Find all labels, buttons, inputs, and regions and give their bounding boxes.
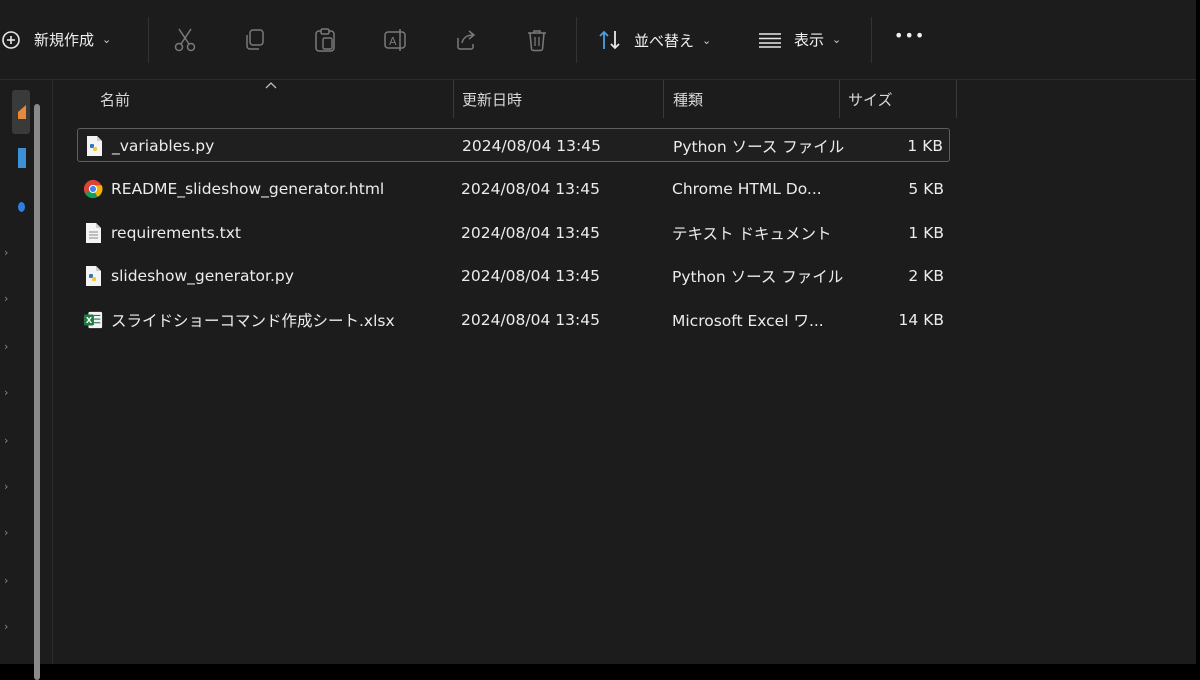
chevron-right-icon[interactable]: › [4,292,8,305]
onedrive-icon[interactable] [18,202,25,212]
file-modified: 2024/08/04 13:45 [462,137,601,155]
svg-text:A: A [389,35,397,48]
file-row[interactable]: README_slideshow_generator.html 2024/08/… [77,172,950,206]
chevron-right-icon[interactable]: › [4,340,8,353]
column-divider[interactable] [663,80,664,118]
column-header-modified[interactable]: 更新日時 [462,80,652,118]
column-header-size[interactable]: サイズ [848,80,948,118]
home-icon [18,105,26,119]
excel-icon: X [83,311,103,329]
python-file-icon [86,266,101,286]
scissors-icon [174,28,196,52]
file-modified: 2024/08/04 13:45 [461,224,600,242]
view-button[interactable]: 表示 ⌄ [758,29,841,50]
paste-button[interactable] [312,26,338,54]
chevron-right-icon[interactable]: › [4,574,8,587]
toolbar-divider [576,17,577,63]
file-name: スライドショーコマンド作成シート.xlsx [111,312,395,330]
navigation-pane[interactable]: › › › › › › › › › [0,80,53,680]
column-header-type-label: 種類 [673,90,704,109]
text-file-icon [86,223,101,243]
file-row[interactable]: slideshow_generator.py 2024/08/04 13:45 … [77,259,950,293]
chevron-right-icon[interactable]: › [4,386,8,399]
share-icon [457,30,476,50]
view-button-label: 表示 [794,31,825,49]
chevron-right-icon[interactable]: › [4,480,8,493]
column-header-name-label: 名前 [100,90,131,109]
file-type: テキスト ドキュメント [672,225,832,243]
delete-button[interactable] [524,26,550,54]
column-divider[interactable] [839,80,840,118]
file-size: 1 KB [908,224,944,242]
cut-button[interactable] [172,26,198,54]
file-name: requirements.txt [111,224,241,242]
file-size: 1 KB [907,137,943,155]
sort-button-label: 並べ替え [634,31,695,50]
toolbar-divider [148,17,149,63]
list-view-icon [759,32,781,48]
new-button-label: 新規作成 [34,31,95,49]
file-type: Chrome HTML Do... [672,180,822,198]
sort-ascending-icon [265,82,277,89]
chevron-right-icon[interactable]: › [4,246,8,259]
chevron-right-icon[interactable]: › [4,434,8,447]
share-button[interactable] [453,26,479,54]
file-type: Python ソース ファイル [673,138,845,156]
file-size: 2 KB [908,267,944,285]
toolbar-divider [871,17,872,63]
file-modified: 2024/08/04 13:45 [461,267,600,285]
file-name: _variables.py [112,137,215,155]
sort-button[interactable]: 並べ替え ⌄ [598,29,711,51]
chevron-down-icon: ⌄ [102,33,112,46]
chevron-right-icon[interactable]: › [4,526,8,539]
more-icon: ••• [894,26,926,45]
file-row[interactable]: _variables.py 2024/08/04 13:45 Python ソー… [77,128,950,162]
file-type: Python ソース ファイル [672,268,844,286]
file-modified: 2024/08/04 13:45 [461,311,600,329]
sort-arrows-icon [599,30,620,50]
chevron-down-icon: ⌄ [702,33,712,47]
column-divider[interactable] [453,80,454,118]
nav-item-home-selected[interactable] [12,90,30,134]
file-row[interactable]: requirements.txt 2024/08/04 13:45 テキスト ド… [77,216,950,250]
column-header-type[interactable]: 種類 [673,80,833,118]
python-file-icon [87,136,102,156]
more-options-button[interactable]: ••• [894,26,925,45]
nav-item-gallery-icon[interactable] [18,148,26,168]
rename-button[interactable]: A [383,26,409,54]
nav-scrollbar[interactable] [34,104,40,680]
plus-circle-icon [2,30,20,49]
column-header-modified-label: 更新日時 [462,90,523,109]
file-name: slideshow_generator.py [111,267,294,285]
svg-text:X: X [86,315,93,325]
copy-icon [246,29,264,50]
chrome-icon [83,179,103,199]
column-divider[interactable] [956,80,957,118]
new-button[interactable]: 新規作成 ⌄ [2,29,111,50]
copy-button[interactable] [242,26,268,54]
rename-icon: A [384,29,406,51]
file-name: README_slideshow_generator.html [111,180,385,198]
column-header-size-label: サイズ [848,90,893,109]
file-size: 14 KB [898,311,944,329]
file-type: Microsoft Excel ワ... [672,312,824,330]
chevron-right-icon[interactable]: › [4,620,8,633]
file-row[interactable]: X スライドショーコマンド作成シート.xlsx 2024/08/04 13:45… [77,303,950,337]
clipboard-icon [315,28,335,52]
chevron-down-icon: ⌄ [832,33,842,46]
file-modified: 2024/08/04 13:45 [461,180,600,198]
file-explorer-window: 新規作成 ⌄ A 並べ替え ⌄ 表示 ⌄ ••• › › › › › › › ›… [0,0,1196,680]
file-size: 5 KB [908,180,944,198]
trash-icon [528,30,546,52]
command-bar: 新規作成 ⌄ A 並べ替え ⌄ 表示 ⌄ ••• [0,0,1196,80]
